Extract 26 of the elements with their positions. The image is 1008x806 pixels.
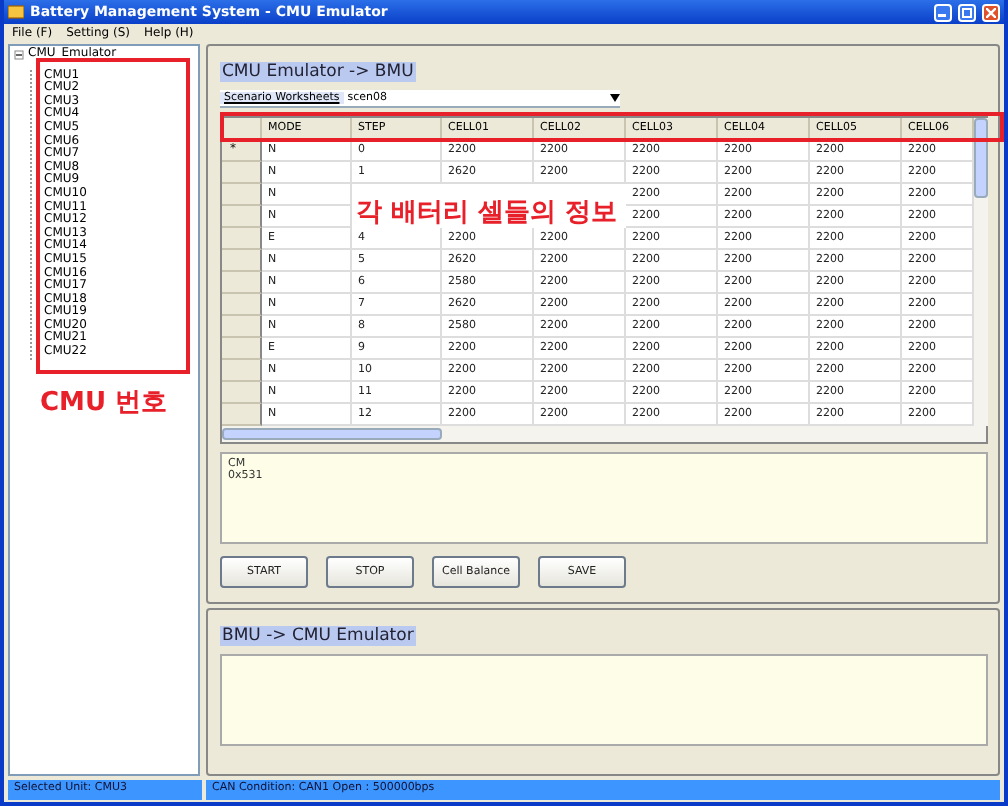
maximize-button[interactable]	[958, 3, 976, 21]
annotation-label: 각 배터리 셀들의 정보	[356, 196, 618, 230]
horizontal-scrollbar[interactable]	[222, 426, 986, 442]
row-header[interactable]	[222, 162, 262, 184]
close-button[interactable]	[982, 3, 1000, 21]
group-title: CMU Emulator -> BMU	[220, 62, 416, 82]
row-header[interactable]	[222, 184, 262, 206]
battery-icon	[8, 4, 24, 20]
close-icon	[986, 7, 996, 17]
annotation-label: CMU 번호	[40, 386, 168, 420]
row-header[interactable]	[222, 404, 262, 426]
group-title: BMU -> CMU Emulator	[220, 626, 416, 647]
row-header[interactable]	[222, 206, 262, 228]
minimize-button[interactable]	[934, 3, 952, 21]
collapse-icon[interactable]	[14, 49, 24, 60]
row-header[interactable]	[222, 382, 262, 404]
row-header[interactable]	[222, 360, 262, 382]
row-header[interactable]	[222, 272, 262, 294]
dropdown-arrow-icon	[610, 94, 620, 102]
vertical-scrollbar[interactable]	[974, 118, 988, 426]
row-header[interactable]	[222, 228, 262, 250]
row-header[interactable]	[222, 338, 262, 360]
maximize-icon	[962, 7, 972, 17]
row-header[interactable]	[222, 294, 262, 316]
row-header[interactable]	[222, 316, 262, 338]
row-header[interactable]	[222, 250, 262, 272]
